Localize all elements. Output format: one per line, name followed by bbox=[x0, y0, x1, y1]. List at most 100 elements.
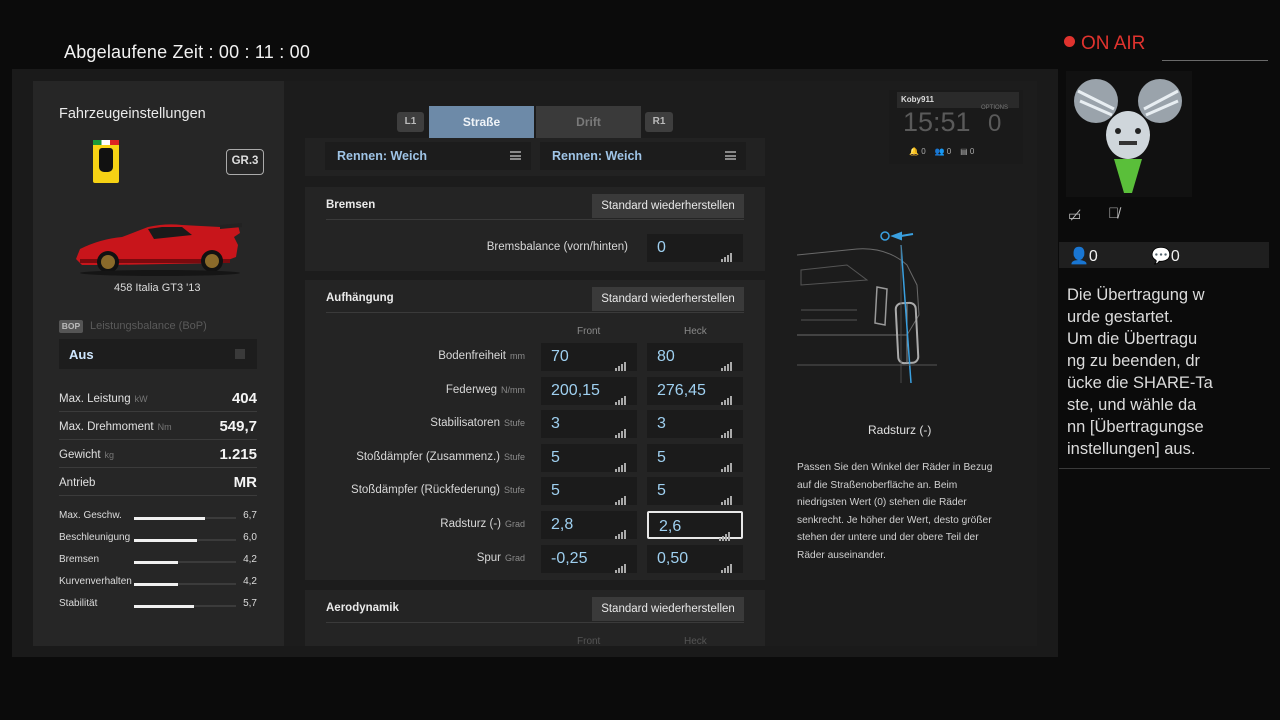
on-air-indicator: ON AIR bbox=[1064, 33, 1145, 55]
broadcast-line: Die Übertragung w bbox=[1067, 286, 1205, 304]
stat-weight: Gewicht kg 1.215 bbox=[59, 440, 257, 468]
r1-button[interactable]: R1 bbox=[645, 112, 673, 132]
signal-icon bbox=[615, 487, 627, 506]
tab-strasse[interactable]: Straße bbox=[429, 106, 534, 138]
ferrari-logo bbox=[93, 140, 119, 183]
broadcast-line: ng zu beenden, dr bbox=[1067, 352, 1201, 370]
signal-icon bbox=[615, 454, 627, 472]
tyre-front-select[interactable]: Rennen: Weich bbox=[325, 142, 531, 170]
rating-bar bbox=[134, 604, 236, 608]
brake-balance-label: Bremsbalance (vorn/hinten) bbox=[486, 241, 628, 253]
aero-reset-button[interactable]: Standard wiederherstellen bbox=[592, 597, 744, 621]
panel-title: Fahrzeugeinstellungen bbox=[59, 106, 206, 122]
l1-button[interactable]: L1 bbox=[397, 112, 424, 132]
signal-icon bbox=[721, 420, 733, 439]
signal-icon bbox=[615, 387, 627, 405]
mic-off-icon[interactable]: 🎙̸ bbox=[1108, 205, 1119, 222]
divider bbox=[1162, 60, 1268, 61]
tyre-rear-select[interactable]: Rennen: Weich bbox=[540, 142, 746, 170]
bop-badge: BOP bbox=[59, 320, 83, 333]
signal-icon bbox=[721, 555, 733, 573]
signal-icon bbox=[719, 523, 731, 541]
setting-field-rear[interactable]: 0,50 bbox=[647, 544, 743, 573]
rating-row: Beschleunigung 6,0 bbox=[59, 532, 257, 543]
rating-bar bbox=[134, 538, 236, 542]
setting-field-rear[interactable]: 5 bbox=[647, 443, 743, 472]
rating-row: Kurvenverhalten 4,2 bbox=[59, 576, 257, 587]
info-title: Radsturz (-) bbox=[868, 423, 932, 437]
setting-field-front[interactable]: 5 bbox=[541, 477, 637, 506]
signal-icon bbox=[721, 487, 733, 506]
viewer-counts: 👤0 💬0 bbox=[1059, 242, 1269, 268]
setting-label: Stoßdämpfer (Rückfederung) Stufe bbox=[351, 484, 525, 497]
system-hud: Koby911 15:51 OPTIONS 0 🔔 0 👥 0 ▤ 0 bbox=[889, 90, 1023, 164]
bop-label: Leistungsbalance (BoP) bbox=[90, 320, 207, 332]
setting-field-rear[interactable]: 2,6 bbox=[647, 511, 743, 541]
setting-label: Federweg N/mm bbox=[445, 383, 525, 396]
broadcast-line: ücke die SHARE-Ta bbox=[1067, 374, 1213, 392]
rating-bar bbox=[134, 560, 236, 564]
divider bbox=[1059, 468, 1270, 469]
setting-field-rear[interactable]: 3 bbox=[647, 410, 743, 439]
menu-icon bbox=[235, 349, 245, 359]
rating-row: Max. Geschw. 6,7 bbox=[59, 510, 257, 521]
broadcast-line: Um die Übertragu bbox=[1067, 330, 1198, 348]
suspension-title: Aufhängung bbox=[326, 292, 394, 304]
setting-label: Stoßdämpfer (Zusammenz.) Stufe bbox=[356, 450, 525, 463]
rating-bar bbox=[134, 582, 236, 586]
brake-balance-field[interactable]: 0 bbox=[647, 234, 743, 262]
setting-field-front[interactable]: 200,15 bbox=[541, 376, 637, 405]
broadcast-line: urde gestartet. bbox=[1067, 308, 1174, 326]
bell-icon: 🔔 bbox=[909, 147, 919, 156]
stat-drivetrain: Antrieb MR bbox=[59, 468, 257, 496]
tab-drift[interactable]: Drift bbox=[536, 106, 641, 138]
stat-torque: Max. Drehmoment Nm 549,7 bbox=[59, 412, 257, 440]
signal-icon bbox=[615, 521, 627, 539]
aero-title: Aerodynamik bbox=[326, 602, 399, 614]
person-icon: 👤 bbox=[1069, 248, 1089, 265]
aero-col-front: Front bbox=[577, 636, 601, 647]
comment-icon: 💬 bbox=[1151, 248, 1171, 265]
setting-field-rear[interactable]: 276,45 bbox=[647, 376, 743, 405]
setting-field-rear[interactable]: 80 bbox=[647, 343, 743, 371]
message-icon: ▤ bbox=[960, 147, 968, 156]
hud-count: 0 bbox=[988, 110, 1002, 137]
car-name: 458 Italia GT3 '13 bbox=[114, 282, 201, 294]
signal-icon bbox=[721, 454, 733, 472]
avatar-image bbox=[1074, 79, 1182, 193]
signal-icon bbox=[615, 555, 627, 573]
signal-icon bbox=[721, 353, 733, 371]
broadcast-line: instellungen] aus. bbox=[1067, 440, 1196, 458]
setting-field-rear[interactable]: 5 bbox=[647, 477, 743, 506]
bop-select[interactable]: Aus bbox=[59, 339, 257, 369]
signal-icon bbox=[721, 244, 733, 262]
setting-field-front[interactable]: 3 bbox=[541, 410, 637, 439]
list-icon bbox=[510, 151, 521, 160]
setting-label: Stabilisatoren Stufe bbox=[430, 417, 525, 430]
rating-bar bbox=[134, 516, 236, 520]
broadcast-line: ste, und wähle da bbox=[1067, 396, 1197, 414]
setting-field-front[interactable]: -0,25 bbox=[541, 544, 637, 573]
setting-field-front[interactable]: 5 bbox=[541, 443, 637, 472]
col-front: Front bbox=[577, 326, 601, 337]
camera-off-icon[interactable]: ▭̸ bbox=[1068, 207, 1081, 224]
setting-label: Radsturz (-) Grad bbox=[440, 518, 525, 530]
brakes-reset-button[interactable]: Standard wiederherstellen bbox=[592, 194, 744, 218]
camber-diagram bbox=[797, 231, 937, 384]
suspension-reset-button[interactable]: Standard wiederherstellen bbox=[592, 287, 744, 311]
setting-field-front[interactable]: 2,8 bbox=[541, 511, 637, 539]
group-badge: GR.3 bbox=[226, 149, 264, 175]
signal-icon bbox=[615, 420, 627, 439]
setting-label: Spur Grad bbox=[476, 551, 525, 564]
broadcast-line: nn [Übertragungse bbox=[1067, 418, 1204, 436]
setting-field-front[interactable]: 70 bbox=[541, 343, 637, 371]
setting-label: Bodenfreiheit mm bbox=[438, 350, 525, 362]
aero-col-rear: Heck bbox=[684, 636, 707, 647]
viewers-count: 👤0 bbox=[1069, 248, 1098, 265]
record-dot-icon bbox=[1064, 36, 1075, 47]
broadcast-message: Die Übertragung w urde gestartet. Um die Ü… bbox=[1067, 284, 1267, 460]
rating-row: Stabilität 5,7 bbox=[59, 598, 257, 609]
signal-icon bbox=[721, 387, 733, 405]
car-image bbox=[76, 223, 242, 276]
stat-power: Max. Leistung kW 404 bbox=[59, 384, 257, 412]
